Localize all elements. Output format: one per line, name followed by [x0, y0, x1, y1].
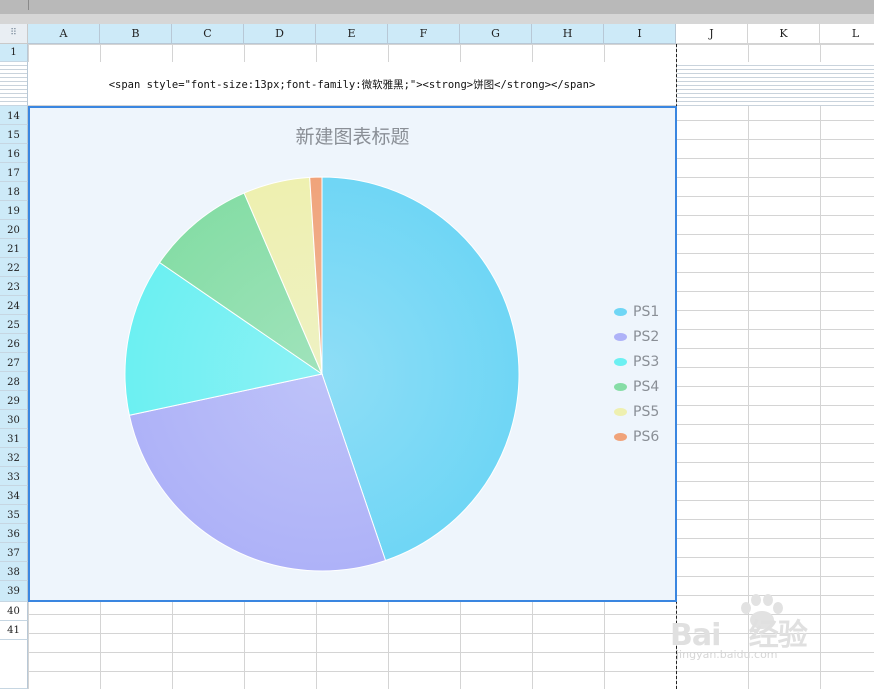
row-header-36[interactable]: 36 [0, 524, 28, 543]
legend-swatch [614, 308, 627, 316]
legend-label: PS1 [633, 304, 660, 320]
merged-cell-a2-i13[interactable]: <span style="font-size:13px;font-family:… [28, 62, 676, 106]
row-header-37[interactable]: 37 [0, 543, 28, 562]
row-header-23[interactable]: 23 [0, 277, 28, 296]
row-header-27[interactable]: 27 [0, 353, 28, 372]
row-header-29[interactable]: 29 [0, 391, 28, 410]
column-header-l[interactable]: L [820, 24, 874, 44]
row-header-20[interactable]: 20 [0, 220, 28, 239]
row-header-14[interactable]: 14 [0, 106, 28, 125]
row-header-15[interactable]: 15 [0, 125, 28, 144]
row-header-31[interactable]: 31 [0, 429, 28, 448]
row-header-18[interactable]: 18 [0, 182, 28, 201]
column-header-h[interactable]: H [532, 24, 604, 44]
column-header-i[interactable]: I [604, 24, 676, 44]
row-header-blank [0, 640, 28, 689]
watermark-url: jingyan.baidu.com [676, 648, 778, 661]
column-header-e[interactable]: E [316, 24, 388, 44]
row-header-35[interactable]: 35 [0, 505, 28, 524]
column-header-a[interactable]: A [28, 24, 100, 44]
column-header-g[interactable]: G [460, 24, 532, 44]
row-header-25[interactable]: 25 [0, 315, 28, 334]
legend-item-ps2[interactable]: PS2 [614, 329, 659, 354]
row-header-collapsed[interactable] [0, 62, 28, 106]
row-header-34[interactable]: 34 [0, 486, 28, 505]
row-header-1[interactable]: 1 [0, 44, 28, 62]
row-header-32[interactable]: 32 [0, 448, 28, 467]
select-all-corner[interactable]: ⠿ [0, 24, 28, 44]
row-header-19[interactable]: 19 [0, 201, 28, 220]
legend-item-ps4[interactable]: PS4 [614, 379, 659, 404]
row-header-28[interactable]: 28 [0, 372, 28, 391]
row-header-17[interactable]: 17 [0, 163, 28, 182]
column-header-f[interactable]: F [388, 24, 460, 44]
toolbar-strip [0, 0, 874, 24]
collapsed-rows-stripe [677, 62, 874, 106]
legend-label: PS3 [633, 354, 660, 370]
column-header-j[interactable]: J [676, 24, 748, 44]
legend-label: PS4 [633, 379, 660, 395]
legend-swatch [614, 333, 627, 341]
legend-label: PS2 [633, 329, 660, 345]
row-header-40[interactable]: 40 [0, 602, 28, 621]
legend-swatch [614, 358, 627, 366]
baidu-jingyan-watermark: Bai 经验 jingyan.baidu.com [670, 590, 840, 670]
row-header-41[interactable]: 41 [0, 621, 28, 640]
pie-chart-object[interactable]: 新建图表标题 PS1 PS2 PS3 PS4 PS5 PS6 [28, 106, 677, 602]
row-header-39[interactable]: 39 [0, 581, 28, 602]
legend-item-ps5[interactable]: PS5 [614, 404, 659, 429]
row-header-16[interactable]: 16 [0, 144, 28, 163]
pie-chart-svg [124, 176, 520, 572]
toolbar-bg [0, 0, 874, 14]
legend-swatch [614, 408, 627, 416]
row-header-26[interactable]: 26 [0, 334, 28, 353]
toolbar-divider [28, 0, 35, 10]
row-header-21[interactable]: 21 [0, 239, 28, 258]
chart-legend[interactable]: PS1 PS2 PS3 PS4 PS5 PS6 [614, 304, 659, 454]
legend-item-ps1[interactable]: PS1 [614, 304, 659, 329]
column-header-c[interactable]: C [172, 24, 244, 44]
legend-item-ps3[interactable]: PS3 [614, 354, 659, 379]
row-header-30[interactable]: 30 [0, 410, 28, 429]
row-header-24[interactable]: 24 [0, 296, 28, 315]
legend-label: PS6 [633, 429, 660, 445]
column-header-d[interactable]: D [244, 24, 316, 44]
row-header-33[interactable]: 33 [0, 467, 28, 486]
column-header-k[interactable]: K [748, 24, 820, 44]
row-header-22[interactable]: 22 [0, 258, 28, 277]
legend-label: PS5 [633, 404, 660, 420]
legend-swatch [614, 433, 627, 441]
legend-swatch [614, 383, 627, 391]
row-header-38[interactable]: 38 [0, 562, 28, 581]
column-header-b[interactable]: B [100, 24, 172, 44]
legend-item-ps6[interactable]: PS6 [614, 429, 659, 454]
